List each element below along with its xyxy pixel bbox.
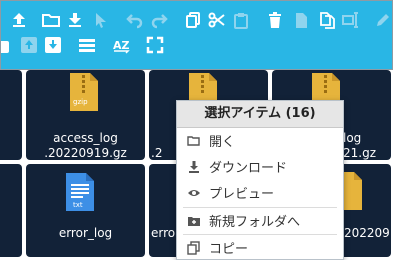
file-name: access_log xyxy=(53,131,118,145)
menu-item-label: コピー xyxy=(209,242,249,257)
menu-item-label: ダウンロード xyxy=(209,161,288,176)
archive-icon[interactable] xyxy=(43,35,63,55)
view-list-icon[interactable] xyxy=(77,35,97,55)
file-name: .20220919.gz xyxy=(44,146,127,160)
sort-label: AZ xyxy=(113,39,130,52)
undo-icon[interactable] xyxy=(125,10,145,30)
download-icon[interactable] xyxy=(65,10,85,30)
cut-icon[interactable] xyxy=(207,10,227,30)
folder-open-icon xyxy=(187,134,201,148)
sort-az-icon[interactable]: AZ xyxy=(111,35,131,55)
file-type-badge: gzip xyxy=(73,98,88,106)
file-name: log xyxy=(343,131,362,145)
file-name: error_log xyxy=(58,226,113,240)
file-tile[interactable]: txt error_log xyxy=(26,164,145,257)
upload-box-icon[interactable] xyxy=(19,35,39,55)
new-folder-icon[interactable] xyxy=(41,10,61,30)
menu-item-download[interactable]: ダウンロード xyxy=(177,154,343,179)
upload-icon[interactable] xyxy=(9,10,29,30)
zip-file-icon: gzip xyxy=(70,73,98,111)
menu-item-open[interactable]: 開く xyxy=(177,128,343,153)
file-tile[interactable]: gzip access_log .20220919.gz xyxy=(26,70,145,160)
toolbar: AZ xyxy=(0,0,393,70)
file-tile[interactable] xyxy=(0,70,22,160)
file-name: 21.gz xyxy=(343,146,376,160)
copy-icon xyxy=(187,240,201,255)
context-menu-title: 選択アイテム (16) xyxy=(177,101,343,128)
file-type-badge: txt xyxy=(73,201,83,209)
menu-item-label: 新規フォルダへ xyxy=(209,215,301,230)
download-icon xyxy=(187,160,201,174)
context-menu: 選択アイテム (16) 開く ダウンロード プレビュー 新規フォルダへ コピー xyxy=(176,100,344,260)
cursor-icon xyxy=(91,10,111,30)
folder-up-icon[interactable] xyxy=(1,37,11,57)
text-file-icon: txt xyxy=(66,173,94,211)
paste-icon[interactable] xyxy=(231,10,251,30)
menu-item-copy[interactable]: コピー xyxy=(177,235,343,260)
redo-icon[interactable] xyxy=(149,10,169,30)
edit-icon[interactable] xyxy=(373,10,393,30)
rename-icon[interactable] xyxy=(341,10,361,30)
file-name: 20220919 xyxy=(344,226,395,240)
new-folder-icon xyxy=(187,214,201,228)
fullscreen-icon[interactable] xyxy=(145,35,165,55)
file-tile[interactable] xyxy=(0,164,22,257)
menu-item-new-folder[interactable]: 新規フォルダへ xyxy=(177,208,343,233)
menu-item-label: 開く xyxy=(209,135,236,150)
menu-item-preview[interactable]: プレビュー xyxy=(177,180,343,205)
empty-file-icon[interactable] xyxy=(291,10,311,30)
menu-item-label: プレビュー xyxy=(209,187,275,202)
copy-icon[interactable] xyxy=(183,10,203,30)
delete-icon[interactable] xyxy=(265,10,285,30)
eye-icon xyxy=(187,186,201,200)
duplicate-icon[interactable] xyxy=(317,10,337,30)
